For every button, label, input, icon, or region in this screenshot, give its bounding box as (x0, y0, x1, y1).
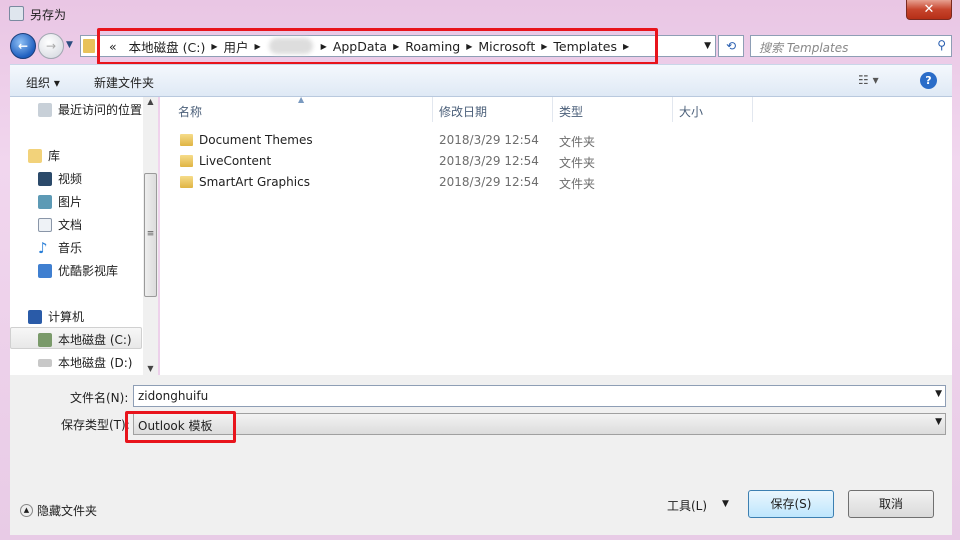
column-divider (752, 97, 753, 122)
column-divider (672, 97, 673, 122)
filetype-label: 保存类型(T): (61, 418, 130, 432)
new-folder-button[interactable]: 新建文件夹 (94, 74, 154, 91)
filename-input[interactable]: zidonghuifu ▼ (133, 385, 946, 407)
help-button[interactable]: ? (920, 72, 937, 89)
save-form: 文件名(N): zidonghuifu ▼ 保存类型(T): Outlook 模板… (10, 375, 952, 535)
column-divider (432, 97, 433, 122)
label: 优酷影视库 (58, 264, 119, 278)
label: 库 (48, 149, 61, 163)
view-options-button[interactable]: ☷ ▾ (858, 73, 879, 87)
recent-places-icon (38, 102, 52, 117)
folder-icon (180, 155, 193, 167)
sidebar-item-drive-d[interactable]: 本地磁盘 (D:) (38, 354, 132, 371)
label: 本地磁盘 (C:) (58, 333, 132, 347)
search-input[interactable]: 搜索 Templates ⚲ (750, 35, 952, 57)
toolbar: 组织 ▾ 新建文件夹 ☷ ▾ ? (10, 64, 952, 97)
label: 本地磁盘 (D:) (58, 356, 133, 370)
file-date: 2018/3/29 12:54 (439, 133, 539, 147)
folder-icon (38, 263, 52, 278)
label: 最近访问的位置 (58, 103, 143, 117)
sidebar-item-recent[interactable]: 最近访问的位置 (38, 101, 142, 118)
label: 文档 (58, 218, 83, 232)
navigation-pane: 最近访问的位置 库 视频 图片 文档 ♪ 音乐 优酷影视库 计算机 本地磁盘 (C… (10, 97, 158, 375)
chevron-down-icon[interactable]: ▼ (935, 389, 942, 399)
filetype-select[interactable]: Outlook 模板 ▼ (133, 413, 946, 435)
sidebar-item-pictures[interactable]: 图片 (38, 193, 82, 210)
label: 音乐 (58, 241, 83, 255)
folder-icon (83, 39, 95, 53)
drive-icon (38, 358, 52, 367)
sidebar-item-libraries[interactable]: 库 (28, 147, 60, 164)
column-type[interactable]: 类型 (559, 103, 583, 120)
folder-icon (180, 134, 193, 146)
file-date: 2018/3/29 12:54 (439, 154, 539, 168)
sort-ascending-icon: ▲ (298, 95, 305, 104)
window-title: 另存为 (30, 8, 67, 22)
column-size[interactable]: 大小 (679, 103, 703, 120)
file-date: 2018/3/29 12:54 (439, 175, 539, 189)
picture-icon (38, 194, 52, 209)
organize-button[interactable]: 组织 ▾ (26, 74, 60, 91)
label: 视频 (58, 172, 83, 186)
highlight-box (97, 28, 658, 65)
library-icon (28, 148, 42, 163)
search-icon[interactable]: ⚲ (937, 38, 946, 52)
window-icon (9, 6, 24, 21)
drive-icon (38, 332, 52, 347)
file-type: 文件夹 (559, 177, 596, 191)
sidebar-item-music[interactable]: ♪ 音乐 (38, 239, 82, 256)
column-name[interactable]: 名称 (178, 103, 202, 120)
refresh-button[interactable]: ⟲ (718, 35, 744, 57)
collapse-icon: ▲ (20, 504, 33, 517)
hide-folders-label: 隐藏文件夹 (37, 504, 98, 518)
file-row[interactable]: LiveContent 2018/3/29 12:54 文件夹 (180, 152, 680, 172)
sidebar-item-documents[interactable]: 文档 (38, 216, 82, 233)
folder-icon (180, 176, 193, 188)
back-button[interactable]: ← (10, 33, 36, 59)
tools-button[interactable]: 工具(L) (667, 497, 707, 514)
filename-label: 文件名(N): (70, 391, 129, 405)
file-name: Document Themes (199, 133, 313, 147)
filename-value: zidonghuifu (138, 389, 209, 403)
file-row[interactable]: SmartArt Graphics 2018/3/29 12:54 文件夹 (180, 173, 680, 193)
column-modified[interactable]: 修改日期 (439, 103, 487, 120)
search-placeholder: 搜索 Templates (759, 41, 849, 55)
file-type: 文件夹 (559, 135, 596, 149)
recent-pages-dropdown[interactable]: ▼ (66, 40, 73, 50)
computer-icon (28, 309, 42, 324)
sidebar-item-videos[interactable]: 视频 (38, 170, 82, 187)
chevron-down-icon[interactable]: ▼ (935, 417, 942, 427)
column-divider (552, 97, 553, 122)
close-button[interactable]: ✕ (906, 0, 952, 20)
sidebar-item-youku[interactable]: 优酷影视库 (38, 262, 118, 279)
sidebar-item-computer[interactable]: 计算机 (28, 308, 84, 325)
label: 计算机 (48, 310, 85, 324)
music-icon: ♪ (38, 238, 48, 257)
document-icon (38, 217, 52, 232)
tools-dropdown-icon[interactable]: ▼ (722, 499, 729, 509)
highlight-box (125, 411, 236, 443)
sidebar-item-drive-c[interactable]: 本地磁盘 (C:) (38, 331, 132, 348)
file-row[interactable]: Document Themes 2018/3/29 12:54 文件夹 (180, 131, 680, 151)
forward-button[interactable]: → (38, 33, 64, 59)
video-icon (38, 171, 52, 186)
cancel-button[interactable]: 取消 (848, 490, 934, 518)
scrollbar-thumb[interactable]: ≡ (144, 173, 157, 297)
file-type: 文件夹 (559, 156, 596, 170)
label: 图片 (58, 195, 83, 209)
hide-folders-button[interactable]: ▲ 隐藏文件夹 (20, 502, 97, 519)
save-button[interactable]: 保存(S) (748, 490, 834, 518)
file-name: LiveContent (199, 154, 272, 168)
file-name: SmartArt Graphics (199, 175, 310, 189)
address-dropdown[interactable]: ▼ (704, 41, 711, 51)
file-list: ▲ 名称 修改日期 类型 大小 Document Themes 2018/3/29… (160, 95, 952, 375)
